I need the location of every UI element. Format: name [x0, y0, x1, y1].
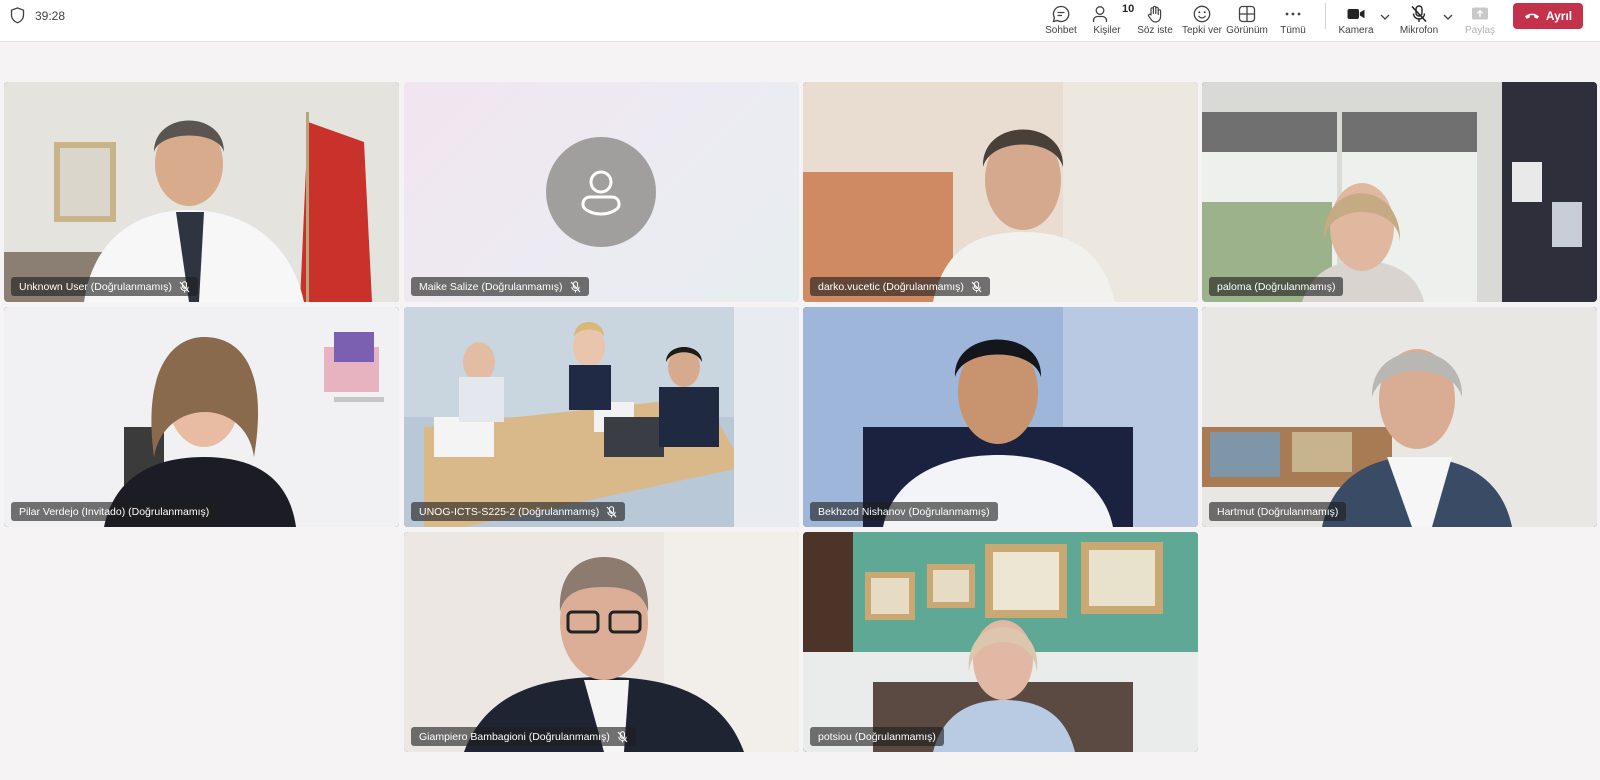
participant-name-tag: potsiou (Doğrulanmamış): [810, 727, 944, 746]
raise-hand-button[interactable]: Söz iste: [1137, 0, 1173, 40]
avatar: [546, 137, 656, 247]
video-feed: [803, 532, 1198, 752]
participant-name-tag: Hartmut (Doğrulanmamış): [1209, 502, 1347, 521]
participant-tile[interactable]: Unknown User (Doğrulanmamış): [4, 82, 399, 302]
leave-label: Ayrıl: [1545, 9, 1573, 23]
participant-name-tag: UNOG-ICTS-S225-2 (Doğrulanmamış): [411, 502, 626, 521]
person-icon: [581, 170, 621, 216]
chat-label: Sohbet: [1045, 25, 1077, 36]
participant-name: Unknown User (Doğrulanmamış): [19, 280, 172, 293]
participant-tile[interactable]: potsiou (Doğrulanmamış): [803, 532, 1198, 752]
video-feed: [803, 307, 1198, 527]
participant-name-tag: Pilar Verdejo (Invitado) (Doğrulanmamış): [11, 502, 218, 521]
camera-options-chevron-down-icon[interactable]: [1378, 10, 1392, 24]
person-icon: [1092, 6, 1108, 22]
people-count: 10: [1122, 3, 1135, 15]
participant-tile[interactable]: Pilar Verdejo (Invitado) (Doğrulanmamış): [4, 307, 399, 527]
mic-muted-icon: [570, 280, 580, 292]
participant-name-tag: Bekhzod Nishanov (Doğrulanmamış): [810, 502, 998, 521]
meeting-toolbar: 39:28 Sohbet 10 Kişiler Söz iste Tepki v…: [0, 0, 1600, 42]
participant-name: darko.vucetic (Doğrulanmamış): [818, 280, 964, 293]
more-icon: [1285, 12, 1301, 16]
share-label: Paylaş: [1464, 25, 1495, 36]
microphone-label: Mikrofon: [1399, 25, 1439, 36]
participant-name-tag: darko.vucetic (Doğrulanmamış): [810, 277, 990, 296]
participant-name-tag: paloma (Doğrulanmamış): [1209, 277, 1344, 296]
participant-name: potsiou (Doğrulanmamış): [818, 730, 936, 743]
participant-name: UNOG-ICTS-S225-2 (Doğrulanmamış): [419, 505, 600, 518]
smile-icon: [1193, 5, 1211, 23]
video-feed: [404, 532, 799, 752]
camera-button[interactable]: Kamera: [1336, 0, 1376, 40]
participant-tile[interactable]: Bekhzod Nishanov (Doğrulanmamış): [803, 307, 1198, 527]
shield-icon: [10, 7, 25, 24]
view-button[interactable]: Görünüm: [1226, 0, 1268, 40]
more-button[interactable]: Tümü: [1277, 0, 1309, 40]
react-button[interactable]: Tepki ver: [1182, 0, 1222, 40]
video-feed: [4, 307, 399, 527]
mic-muted-icon: [617, 730, 628, 742]
participant-tile[interactable]: Giampiero Bambagioni (Doğrulanmamış): [404, 532, 799, 752]
video-feed: [803, 82, 1198, 302]
share-button[interactable]: Paylaş: [1463, 0, 1497, 40]
chat-icon: [1052, 5, 1070, 23]
mic-muted-icon: [179, 280, 190, 292]
mic-muted-icon: [606, 505, 617, 517]
video-feed: [4, 82, 399, 302]
view-label: Görünüm: [1226, 25, 1268, 36]
mic-off-icon: [1411, 5, 1427, 23]
participant-name-tag: Giampiero Bambagioni (Doğrulanmamış): [411, 727, 636, 746]
elapsed-time: 39:28: [35, 8, 66, 23]
participant-name-tag: Maike Salize (Doğrulanmamış): [411, 277, 589, 296]
participant-name: Maike Salize (Doğrulanmamış): [419, 280, 563, 293]
camera-label: Kamera: [1338, 25, 1374, 36]
react-label: Tepki ver: [1182, 25, 1223, 36]
participant-name: Pilar Verdejo (Invitado) (Doğrulanmamış): [19, 505, 210, 518]
video-feed: [1202, 82, 1597, 302]
raise-hand-icon: [1147, 5, 1162, 23]
microphone-button[interactable]: Mikrofon: [1397, 0, 1441, 40]
participant-tile[interactable]: Hartmut (Doğrulanmamış): [1202, 307, 1597, 527]
participant-name: Giampiero Bambagioni (Doğrulanmamış): [419, 730, 610, 743]
hang-up-icon: [1524, 13, 1539, 19]
toolbar-divider: [1325, 3, 1326, 29]
mic-muted-icon: [971, 280, 982, 292]
chat-button[interactable]: Sohbet: [1043, 0, 1079, 40]
video-camera-icon: [1347, 9, 1365, 19]
people-button[interactable]: 10 Kişiler: [1089, 0, 1134, 40]
participant-name: paloma (Doğrulanmamış): [1217, 280, 1336, 293]
video-feed: [404, 307, 799, 527]
raise-hand-label: Söz iste: [1137, 25, 1173, 36]
grid-view-icon: [1238, 5, 1256, 23]
participant-tile[interactable]: darko.vucetic (Doğrulanmamış): [803, 82, 1198, 302]
participant-name: Bekhzod Nishanov (Doğrulanmamış): [818, 505, 990, 518]
share-screen-icon: [1472, 7, 1488, 20]
participant-name-tag: Unknown User (Doğrulanmamış): [11, 277, 198, 296]
participant-tile[interactable]: UNOG-ICTS-S225-2 (Doğrulanmamış): [404, 307, 799, 527]
participant-tile[interactable]: Maike Salize (Doğrulanmamış): [404, 82, 799, 302]
leave-button[interactable]: Ayrıl: [1513, 3, 1583, 29]
people-label: Kişiler: [1093, 25, 1121, 36]
more-label: Tümü: [1280, 25, 1306, 36]
video-feed: [1202, 307, 1597, 527]
microphone-options-chevron-down-icon[interactable]: [1441, 10, 1455, 24]
meeting-timer: 39:28: [10, 7, 65, 24]
participant-tile[interactable]: paloma (Doğrulanmamış): [1202, 82, 1597, 302]
participant-name: Hartmut (Doğrulanmamış): [1217, 505, 1339, 518]
